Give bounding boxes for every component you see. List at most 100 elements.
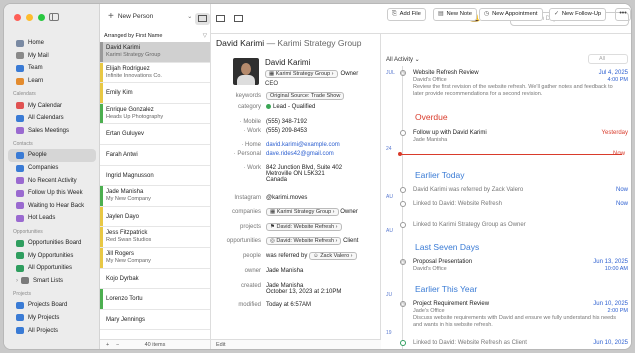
lead-dot-icon bbox=[266, 104, 271, 109]
add-icon[interactable]: + bbox=[106, 340, 109, 349]
close-button[interactable] bbox=[14, 14, 21, 21]
list-item[interactable]: Jill Rogers My New Company bbox=[100, 247, 210, 269]
sidebar-toggle-icon[interactable] bbox=[49, 13, 59, 21]
columns-view-button[interactable] bbox=[213, 13, 228, 25]
new-person-button[interactable]: + New Person ⌄ bbox=[108, 11, 192, 22]
list-item[interactable]: Mary Jennings bbox=[100, 310, 210, 331]
person-name: Elijah Rodriguez bbox=[106, 65, 150, 72]
new-appointment-button[interactable]: ◷ New Appointment bbox=[479, 8, 543, 21]
companies-pill[interactable]: ▦ Karimi Strategy Group › bbox=[266, 208, 339, 216]
followup-icon[interactable] bbox=[400, 130, 406, 136]
list-item[interactable]: Enrique Gonzalez Heads Up Photography bbox=[100, 103, 210, 125]
sidebar-item-no-recent-activity[interactable]: No Recent Activity bbox=[4, 174, 100, 187]
sidebar-item-label: Smart Lists bbox=[33, 277, 64, 284]
new-followup-button[interactable]: ✓ New Follow-Up bbox=[549, 8, 607, 21]
entry-date: Yesterday bbox=[601, 130, 628, 136]
now-dot bbox=[398, 152, 402, 156]
table-view-button[interactable] bbox=[231, 13, 246, 25]
list-item[interactable]: Ingrid Magnusson bbox=[100, 166, 210, 187]
sidebar-item-people[interactable]: People bbox=[8, 149, 96, 162]
sort-header[interactable]: Arranged by First Name ▽ bbox=[104, 33, 207, 39]
list-item[interactable]: Ertan Guluyev bbox=[100, 124, 210, 145]
sidebar-item-my-opportunities[interactable]: My Opportunities bbox=[4, 249, 100, 262]
entry-title: Project Requirement Review bbox=[413, 301, 490, 307]
now-label: Now bbox=[612, 151, 625, 157]
referrer-pill[interactable]: ☺ Zack Valero › bbox=[309, 252, 357, 260]
sidebar-item-follow-up-this-week[interactable]: Follow Up this Week bbox=[4, 187, 100, 200]
sidebar-item-all-calendars[interactable]: All Calendars bbox=[4, 112, 100, 125]
list-item[interactable]: Emily Kim bbox=[100, 83, 210, 104]
activity-filter-menu[interactable]: All Activity ⌄ bbox=[386, 56, 420, 63]
sidebar-item-projects-board[interactable]: Projects Board bbox=[4, 299, 100, 312]
new-note-button[interactable]: ▤ New Note bbox=[433, 8, 477, 21]
filter-icon[interactable]: ▽ bbox=[203, 33, 207, 39]
list-footer: + − 40 items bbox=[100, 339, 210, 349]
sidebar-item-waiting-to-hear-back[interactable]: Waiting to Hear Back bbox=[4, 200, 100, 213]
sidebar-item-sales-meetings[interactable]: Sales Meetings bbox=[4, 125, 100, 138]
category-value[interactable]: Lead - Qualified bbox=[266, 104, 315, 110]
add-file-button[interactable]: ⎘ Add File bbox=[387, 8, 426, 21]
home-email-value[interactable]: david.karimi@example.com bbox=[266, 142, 340, 148]
sidebar-item-my-mail[interactable]: My Mail bbox=[4, 50, 100, 63]
list-item[interactable]: Jaylen Dayo bbox=[100, 206, 210, 228]
sidebar-item-opportunities-board[interactable]: Opportunities Board bbox=[4, 237, 100, 250]
sidebar-item-home[interactable]: Home bbox=[4, 37, 100, 50]
date-gutter: JUL 24 AU AU JU 19 bbox=[381, 66, 395, 349]
address-value[interactable]: 842 Junction Blvd, Suite 402 Metroville … bbox=[266, 165, 342, 183]
list-item[interactable]: David Karimi Karimi Strategy Group bbox=[100, 42, 210, 63]
company-pill[interactable]: ▦ Karimi Strategy Group › bbox=[265, 70, 338, 78]
list-item[interactable]: Jade Manisha My New Company bbox=[100, 186, 210, 207]
sidebar-item-my-calendar[interactable]: My Calendar bbox=[4, 99, 100, 112]
sidebar-item-label: Follow Up this Week bbox=[28, 190, 83, 197]
avatar[interactable] bbox=[233, 58, 259, 85]
list-item[interactable]: Elijah Rodriguez Infinite Innovations Co. bbox=[100, 62, 210, 84]
chevron-down-icon[interactable]: ⌄ bbox=[187, 13, 192, 20]
list-item[interactable]: Kojo Dyrbak bbox=[100, 269, 210, 290]
person-name: Ingrid Magnusson bbox=[106, 172, 154, 179]
work-phone-value[interactable]: (555) 209-8453 bbox=[266, 128, 307, 134]
mail-icon bbox=[16, 52, 24, 60]
category-color-bar bbox=[100, 42, 103, 62]
list-item[interactable]: Lorenzo Tortu bbox=[100, 289, 210, 310]
edit-button[interactable]: Edit bbox=[216, 342, 225, 348]
list-item[interactable]: Jess Fitzpatrick Red Swan Studios bbox=[100, 227, 210, 248]
sidebar: Home My Mail Team Learn Calendars My Calendar… bbox=[4, 4, 100, 349]
keyword-pill[interactable]: Original Source: Trade Show bbox=[266, 92, 345, 100]
minimize-button[interactable] bbox=[26, 14, 33, 21]
mobile-value[interactable]: (555) 348-7192 bbox=[266, 119, 307, 125]
sidebar-item-team[interactable]: Team bbox=[4, 62, 100, 75]
sidebar-item-smart-lists[interactable]: › Smart Lists bbox=[4, 275, 100, 288]
sidebar-item-label: My Mail bbox=[28, 52, 49, 59]
sidebar-item-label: No Recent Activity bbox=[28, 177, 77, 184]
entry-date: Now bbox=[615, 201, 628, 207]
sidebar-item-label: Team bbox=[28, 65, 43, 72]
sidebar-item-all-opportunities[interactable]: All Opportunities bbox=[4, 262, 100, 275]
sidebar-item-label: People bbox=[28, 152, 47, 159]
sidebar-item-label: Home bbox=[28, 40, 45, 47]
instagram-value[interactable]: @karimi.moves bbox=[266, 195, 307, 201]
category-color-bar bbox=[100, 83, 103, 103]
more-button[interactable]: ••• bbox=[615, 8, 631, 21]
company-row: ▦ Karimi Strategy Group › Owner bbox=[265, 70, 358, 78]
chevron-right-icon[interactable]: › bbox=[16, 278, 18, 284]
now-line bbox=[400, 154, 622, 155]
opportunity-pill[interactable]: ◎ David: Website Refresh › bbox=[266, 237, 342, 245]
timeline-rail bbox=[402, 66, 403, 349]
sidebar-item-label: Opportunities Board bbox=[28, 240, 82, 247]
personal-email-value[interactable]: dave.rides42@gmail.com bbox=[266, 151, 334, 157]
split-view-button[interactable] bbox=[195, 13, 210, 25]
folder-icon bbox=[21, 277, 29, 285]
zoom-button[interactable] bbox=[38, 14, 45, 21]
owner-value[interactable]: Jade Manisha bbox=[266, 268, 303, 274]
sidebar-item-companies[interactable]: Companies bbox=[4, 162, 100, 175]
activity-search-input[interactable]: All bbox=[588, 54, 628, 64]
sidebar-item-hot-leads[interactable]: Hot Leads bbox=[4, 212, 100, 225]
remove-icon[interactable]: − bbox=[116, 340, 119, 349]
sidebar-item-my-projects[interactable]: My Projects bbox=[4, 312, 100, 325]
list-item[interactable]: Farah Antwi bbox=[100, 145, 210, 166]
window-controls bbox=[14, 14, 45, 21]
sidebar-item-learn[interactable]: Learn bbox=[4, 75, 100, 88]
personal-email-label: · Personal bbox=[233, 151, 261, 157]
project-pill[interactable]: ⚑ David: Website Refresh › bbox=[266, 223, 342, 231]
sidebar-item-all-projects[interactable]: All Projects bbox=[4, 324, 100, 337]
